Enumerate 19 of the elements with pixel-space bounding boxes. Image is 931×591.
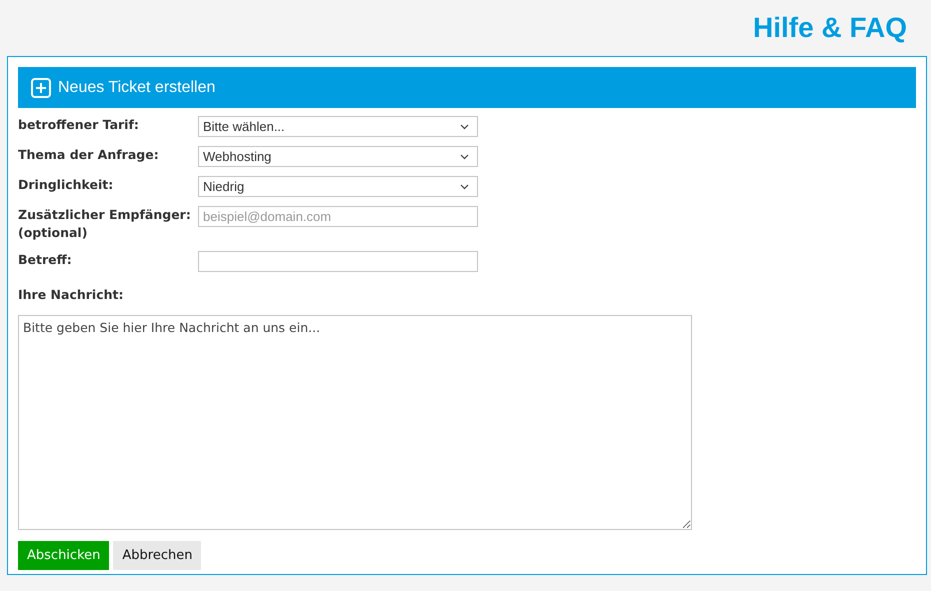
caret-icon	[460, 154, 469, 160]
plus-icon	[31, 78, 51, 98]
field-label: Zusätzlicher Empfänger: (optional)	[18, 206, 192, 242]
dropdown[interactable]: Webhosting	[198, 146, 478, 167]
dropdown[interactable]: Niedrig	[198, 176, 478, 197]
input-field[interactable]: beispiel@domain.com	[198, 206, 478, 227]
dropdown[interactable]: Bitte wählen...	[198, 116, 478, 137]
field-label: betroffener Tarif:	[18, 116, 140, 134]
page-title: Hilfe & FAQ	[752, 12, 907, 44]
input-field[interactable]	[198, 251, 478, 272]
field-label: Dringlichkeit:	[18, 176, 114, 194]
caret-icon	[460, 124, 469, 130]
message-field[interactable]: Bitte geben Sie hier Ihre Nachricht an uns ein...	[18, 315, 692, 530]
panel-title: Neues Ticket erstellen	[58, 78, 216, 96]
field-label: Ihre Nachricht:	[18, 286, 124, 304]
field-label: Thema der Anfrage:	[18, 146, 160, 164]
field-label: Betreff:	[18, 251, 73, 269]
caret-icon	[460, 184, 469, 190]
cancel-button[interactable]: Abbrechen	[113, 541, 202, 570]
